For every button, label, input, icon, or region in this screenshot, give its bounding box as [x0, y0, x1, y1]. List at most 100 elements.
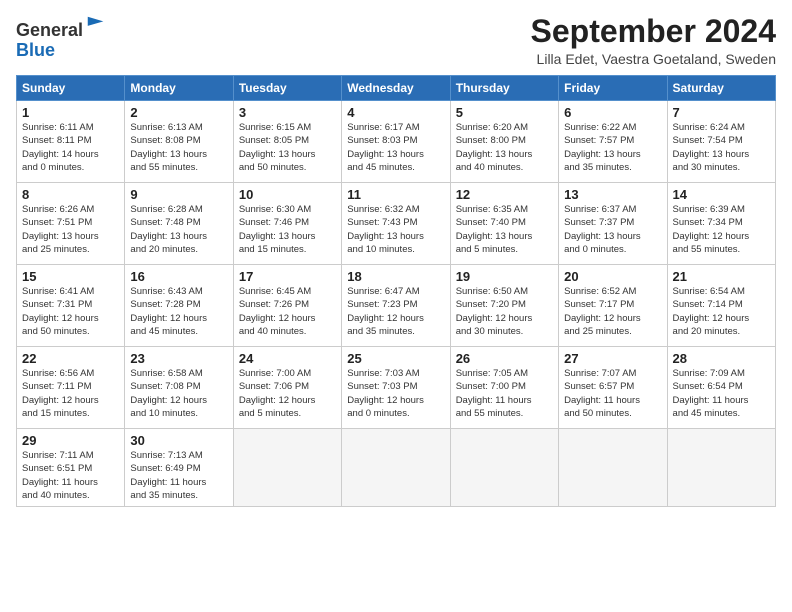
- day-number: 10: [239, 187, 336, 202]
- logo: General Blue: [16, 14, 107, 61]
- day-number: 29: [22, 433, 119, 448]
- day-info: Sunrise: 6:35 AMSunset: 7:40 PMDaylight:…: [456, 203, 553, 256]
- table-row: 4Sunrise: 6:17 AMSunset: 8:03 PMDaylight…: [342, 101, 450, 183]
- calendar-header-row: Sunday Monday Tuesday Wednesday Thursday…: [17, 76, 776, 101]
- table-row: 18Sunrise: 6:47 AMSunset: 7:23 PMDayligh…: [342, 265, 450, 347]
- day-number: 7: [673, 105, 770, 120]
- table-row: [667, 429, 775, 507]
- table-row: 28Sunrise: 7:09 AMSunset: 6:54 PMDayligh…: [667, 347, 775, 429]
- day-info: Sunrise: 7:03 AMSunset: 7:03 PMDaylight:…: [347, 367, 444, 420]
- table-row: 10Sunrise: 6:30 AMSunset: 7:46 PMDayligh…: [233, 183, 341, 265]
- day-number: 18: [347, 269, 444, 284]
- day-info: Sunrise: 6:11 AMSunset: 8:11 PMDaylight:…: [22, 121, 119, 174]
- table-row: 22Sunrise: 6:56 AMSunset: 7:11 PMDayligh…: [17, 347, 125, 429]
- day-info: Sunrise: 7:07 AMSunset: 6:57 PMDaylight:…: [564, 367, 661, 420]
- table-row: 2Sunrise: 6:13 AMSunset: 8:08 PMDaylight…: [125, 101, 233, 183]
- day-number: 19: [456, 269, 553, 284]
- day-info: Sunrise: 7:05 AMSunset: 7:00 PMDaylight:…: [456, 367, 553, 420]
- day-info: Sunrise: 6:58 AMSunset: 7:08 PMDaylight:…: [130, 367, 227, 420]
- day-info: Sunrise: 6:32 AMSunset: 7:43 PMDaylight:…: [347, 203, 444, 256]
- table-row: [559, 429, 667, 507]
- table-row: [233, 429, 341, 507]
- day-number: 16: [130, 269, 227, 284]
- table-row: 6Sunrise: 6:22 AMSunset: 7:57 PMDaylight…: [559, 101, 667, 183]
- table-row: 24Sunrise: 7:00 AMSunset: 7:06 PMDayligh…: [233, 347, 341, 429]
- day-number: 12: [456, 187, 553, 202]
- day-number: 13: [564, 187, 661, 202]
- day-info: Sunrise: 6:50 AMSunset: 7:20 PMDaylight:…: [456, 285, 553, 338]
- table-row: 16Sunrise: 6:43 AMSunset: 7:28 PMDayligh…: [125, 265, 233, 347]
- table-row: 29Sunrise: 7:11 AMSunset: 6:51 PMDayligh…: [17, 429, 125, 507]
- title-block: September 2024 Lilla Edet, Vaestra Goeta…: [531, 14, 776, 67]
- table-row: 12Sunrise: 6:35 AMSunset: 7:40 PMDayligh…: [450, 183, 558, 265]
- table-row: 14Sunrise: 6:39 AMSunset: 7:34 PMDayligh…: [667, 183, 775, 265]
- day-info: Sunrise: 6:13 AMSunset: 8:08 PMDaylight:…: [130, 121, 227, 174]
- day-info: Sunrise: 6:56 AMSunset: 7:11 PMDaylight:…: [22, 367, 119, 420]
- table-row: 19Sunrise: 6:50 AMSunset: 7:20 PMDayligh…: [450, 265, 558, 347]
- day-info: Sunrise: 6:15 AMSunset: 8:05 PMDaylight:…: [239, 121, 336, 174]
- day-info: Sunrise: 6:41 AMSunset: 7:31 PMDaylight:…: [22, 285, 119, 338]
- day-info: Sunrise: 6:17 AMSunset: 8:03 PMDaylight:…: [347, 121, 444, 174]
- day-number: 11: [347, 187, 444, 202]
- day-number: 14: [673, 187, 770, 202]
- day-number: 30: [130, 433, 227, 448]
- table-row: 11Sunrise: 6:32 AMSunset: 7:43 PMDayligh…: [342, 183, 450, 265]
- day-number: 21: [673, 269, 770, 284]
- day-info: Sunrise: 6:39 AMSunset: 7:34 PMDaylight:…: [673, 203, 770, 256]
- day-number: 15: [22, 269, 119, 284]
- day-info: Sunrise: 6:22 AMSunset: 7:57 PMDaylight:…: [564, 121, 661, 174]
- page: General Blue September 2024 Lilla Edet, …: [0, 0, 792, 612]
- table-row: [450, 429, 558, 507]
- col-thursday: Thursday: [450, 76, 558, 101]
- day-number: 6: [564, 105, 661, 120]
- day-info: Sunrise: 6:52 AMSunset: 7:17 PMDaylight:…: [564, 285, 661, 338]
- logo-blue-text: Blue: [16, 40, 55, 60]
- table-row: 25Sunrise: 7:03 AMSunset: 7:03 PMDayligh…: [342, 347, 450, 429]
- table-row: 26Sunrise: 7:05 AMSunset: 7:00 PMDayligh…: [450, 347, 558, 429]
- day-number: 17: [239, 269, 336, 284]
- table-row: 15Sunrise: 6:41 AMSunset: 7:31 PMDayligh…: [17, 265, 125, 347]
- day-number: 5: [456, 105, 553, 120]
- table-row: 23Sunrise: 6:58 AMSunset: 7:08 PMDayligh…: [125, 347, 233, 429]
- day-info: Sunrise: 6:30 AMSunset: 7:46 PMDaylight:…: [239, 203, 336, 256]
- day-info: Sunrise: 6:37 AMSunset: 7:37 PMDaylight:…: [564, 203, 661, 256]
- table-row: 21Sunrise: 6:54 AMSunset: 7:14 PMDayligh…: [667, 265, 775, 347]
- day-number: 4: [347, 105, 444, 120]
- day-info: Sunrise: 6:43 AMSunset: 7:28 PMDaylight:…: [130, 285, 227, 338]
- col-tuesday: Tuesday: [233, 76, 341, 101]
- day-info: Sunrise: 6:28 AMSunset: 7:48 PMDaylight:…: [130, 203, 227, 256]
- table-row: 1Sunrise: 6:11 AMSunset: 8:11 PMDaylight…: [17, 101, 125, 183]
- table-row: 17Sunrise: 6:45 AMSunset: 7:26 PMDayligh…: [233, 265, 341, 347]
- table-row: 9Sunrise: 6:28 AMSunset: 7:48 PMDaylight…: [125, 183, 233, 265]
- col-monday: Monday: [125, 76, 233, 101]
- table-row: 20Sunrise: 6:52 AMSunset: 7:17 PMDayligh…: [559, 265, 667, 347]
- table-row: 8Sunrise: 6:26 AMSunset: 7:51 PMDaylight…: [17, 183, 125, 265]
- table-row: 7Sunrise: 6:24 AMSunset: 7:54 PMDaylight…: [667, 101, 775, 183]
- col-wednesday: Wednesday: [342, 76, 450, 101]
- location: Lilla Edet, Vaestra Goetaland, Sweden: [531, 51, 776, 67]
- day-info: Sunrise: 6:20 AMSunset: 8:00 PMDaylight:…: [456, 121, 553, 174]
- day-number: 27: [564, 351, 661, 366]
- day-info: Sunrise: 6:24 AMSunset: 7:54 PMDaylight:…: [673, 121, 770, 174]
- day-number: 25: [347, 351, 444, 366]
- day-number: 20: [564, 269, 661, 284]
- month-title: September 2024: [531, 14, 776, 49]
- day-info: Sunrise: 6:26 AMSunset: 7:51 PMDaylight:…: [22, 203, 119, 256]
- col-sunday: Sunday: [17, 76, 125, 101]
- col-saturday: Saturday: [667, 76, 775, 101]
- table-row: 30Sunrise: 7:13 AMSunset: 6:49 PMDayligh…: [125, 429, 233, 507]
- day-info: Sunrise: 7:11 AMSunset: 6:51 PMDaylight:…: [22, 449, 119, 502]
- day-number: 9: [130, 187, 227, 202]
- table-row: 5Sunrise: 6:20 AMSunset: 8:00 PMDaylight…: [450, 101, 558, 183]
- logo-flag-icon: [85, 14, 107, 36]
- day-number: 8: [22, 187, 119, 202]
- day-number: 1: [22, 105, 119, 120]
- col-friday: Friday: [559, 76, 667, 101]
- day-info: Sunrise: 7:09 AMSunset: 6:54 PMDaylight:…: [673, 367, 770, 420]
- day-number: 26: [456, 351, 553, 366]
- day-info: Sunrise: 7:13 AMSunset: 6:49 PMDaylight:…: [130, 449, 227, 502]
- day-number: 2: [130, 105, 227, 120]
- table-row: [342, 429, 450, 507]
- day-number: 3: [239, 105, 336, 120]
- day-number: 28: [673, 351, 770, 366]
